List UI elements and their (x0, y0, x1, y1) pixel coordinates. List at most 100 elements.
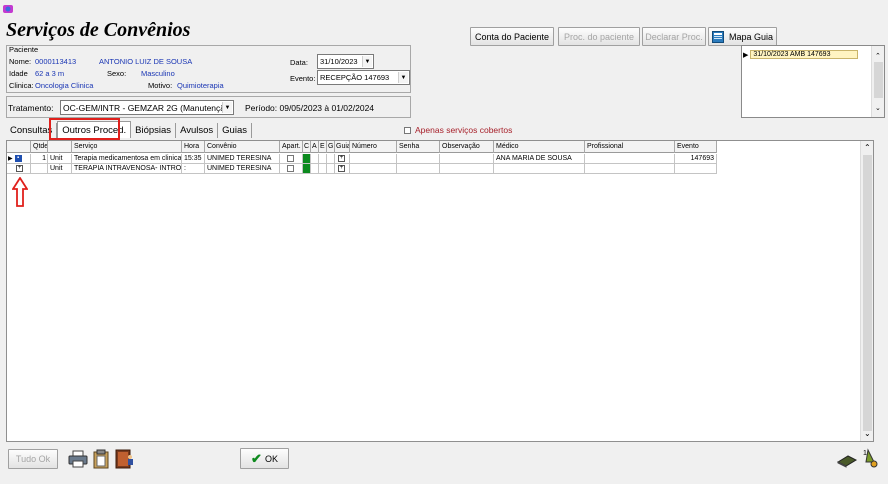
cell-g[interactable] (327, 164, 335, 174)
cell-qtde[interactable] (31, 164, 48, 174)
col-header-medico[interactable]: Médico (494, 141, 585, 153)
clipboard-button[interactable] (91, 448, 113, 470)
cell-apart[interactable] (280, 164, 303, 174)
patient-panel: Paciente Nome: 0000113413 ANTONIO LUIZ D… (6, 45, 411, 93)
cell-evento[interactable] (675, 164, 717, 174)
col-header-evento[interactable]: Evento (675, 141, 717, 153)
apart-checkbox[interactable] (287, 164, 294, 172)
nome-label: Nome: (9, 57, 32, 66)
cell-numero[interactable] (350, 164, 397, 174)
col-header-convenio[interactable]: Convênio (205, 141, 280, 153)
table-row[interactable]: + Unit TERAPIA INTRAVENOSA- INTRODI : UN… (7, 164, 717, 174)
col-header-g[interactable]: G (327, 141, 335, 153)
app-logo-icon (3, 5, 13, 13)
tools-button[interactable] (836, 449, 858, 469)
cell-apart[interactable] (280, 154, 303, 164)
declarar-proc-button[interactable]: Declarar Proc. (642, 27, 706, 46)
event-list[interactable]: ▶ 31/10/2023 AMB 147693 ⌃ ⌄ (741, 45, 885, 118)
cell-a[interactable] (311, 164, 319, 174)
apart-checkbox[interactable] (287, 154, 294, 162)
row-selector[interactable]: ▶ ▪ (7, 154, 31, 164)
scroll-down-icon[interactable]: ⌄ (875, 104, 881, 112)
col-header-senha[interactable]: Senha (397, 141, 440, 153)
print-button[interactable] (67, 448, 89, 470)
cell-guia[interactable]: + (335, 154, 350, 164)
cell-hora[interactable]: : (182, 164, 205, 174)
cell-senha[interactable] (397, 154, 440, 164)
ok-button[interactable]: ✔ OK (240, 448, 289, 469)
cell-convenio[interactable]: UNIMED TERESINA (205, 164, 280, 174)
cell-senha[interactable] (397, 164, 440, 174)
tab-guias[interactable]: Guias (218, 123, 252, 138)
cell-profissional[interactable] (585, 154, 675, 164)
proc-paciente-button[interactable]: Proc. do paciente (558, 27, 640, 46)
tratamento-panel: Tratamento: OC-GEM/INTR - GEMZAR 2G (Man… (6, 96, 411, 118)
apenas-cobertos-checkbox[interactable]: Apenas serviços cobertos (404, 125, 512, 135)
scroll-down-icon[interactable]: ⌄ (864, 429, 871, 438)
cell-g[interactable] (327, 154, 335, 164)
col-header-select (7, 141, 31, 153)
cell-profissional[interactable] (585, 164, 675, 174)
conta-paciente-button[interactable]: Conta do Paciente (470, 27, 554, 46)
event-list-scrollbar[interactable]: ⌃ ⌄ (871, 46, 884, 117)
clinica-value: Oncologia Clinica (35, 81, 94, 90)
exit-button[interactable] (113, 448, 137, 470)
printer-icon (68, 450, 88, 468)
col-header-qtde[interactable]: Qtde (31, 141, 48, 153)
cell-e[interactable] (319, 154, 327, 164)
tab-biopsias[interactable]: Biópsias (131, 123, 177, 138)
scroll-up-icon[interactable]: ⌃ (864, 143, 871, 152)
data-select-value: 31/10/2023 (320, 57, 358, 66)
col-header-profissional[interactable]: Profissional (585, 141, 675, 153)
checkbox-box[interactable] (404, 126, 411, 134)
row-selector[interactable]: + (7, 164, 31, 174)
col-header-guia[interactable]: Guia (335, 141, 350, 153)
expand-plus-icon[interactable]: ▪ (14, 155, 22, 162)
tratamento-select[interactable]: OC-GEM/INTR - GEMZAR 2G (Manutençã ▼ (60, 100, 234, 115)
scroll-up-icon[interactable]: ⌃ (875, 52, 881, 60)
cell-guia[interactable]: + (335, 164, 350, 174)
periodo-text: Período: 09/05/2023 à 01/02/2024 (245, 103, 375, 113)
cell-numero[interactable] (350, 154, 397, 164)
col-header-apart[interactable]: Apart. (280, 141, 303, 153)
tab-avulsos[interactable]: Avulsos (176, 123, 219, 138)
map-icon (712, 30, 724, 43)
col-header-c[interactable]: C (303, 141, 311, 153)
table-row[interactable]: ▶ ▪ 1 Unit Terapia medicamentosa em clin… (7, 154, 717, 164)
cell-hora[interactable]: 15:35 (182, 154, 205, 164)
cell-qtde[interactable]: 1 (31, 154, 48, 164)
cell-convenio[interactable]: UNIMED TERESINA (205, 154, 280, 164)
cell-servico[interactable]: Terapia medicamentosa em clinica (72, 154, 182, 164)
grid-scrollbar[interactable]: ⌃ ⌄ (860, 141, 873, 441)
cell-evento[interactable]: 147693 (675, 154, 717, 164)
cell-observacao[interactable] (440, 154, 494, 164)
event-list-item[interactable]: ▶ 31/10/2023 AMB 147693 (743, 49, 859, 60)
cell-unit[interactable]: Unit (48, 164, 72, 174)
scroll-thumb[interactable] (874, 62, 883, 98)
cell-medico[interactable] (494, 164, 585, 174)
tudo-ok-button[interactable]: Tudo Ok (8, 449, 58, 469)
cell-unit[interactable]: Unit (48, 154, 72, 164)
col-header-numero[interactable]: Número (350, 141, 397, 153)
patient-name: ANTONIO LUIZ DE SOUSA (99, 57, 193, 66)
cell-servico[interactable]: TERAPIA INTRAVENOSA- INTRODI (72, 164, 182, 174)
data-label: Data: (290, 58, 308, 67)
mapa-guia-button[interactable]: Mapa Guia (708, 27, 777, 46)
col-header-hora[interactable]: Hora (182, 141, 205, 153)
cell-medico[interactable]: ANA MARIA DE SOUSA (494, 154, 585, 164)
evento-select[interactable]: RECEPÇÃO 147693 ▼ (317, 70, 410, 85)
cell-observacao[interactable] (440, 164, 494, 174)
guia-expand-icon[interactable]: + (338, 164, 345, 172)
scroll-thumb[interactable] (863, 155, 872, 431)
cell-e[interactable] (319, 164, 327, 174)
col-header-observacao[interactable]: Observação (440, 141, 494, 153)
help-wizard-button[interactable]: 1 (859, 447, 881, 469)
col-header-a[interactable]: A (311, 141, 319, 153)
col-header-e[interactable]: E (319, 141, 327, 153)
expand-plus-icon[interactable]: + (16, 165, 23, 172)
col-header-servico[interactable]: Serviço (72, 141, 182, 153)
data-select[interactable]: 31/10/2023 ▼ (317, 54, 374, 69)
services-grid[interactable]: Qtde Serviço Hora Convênio Apart. C A E … (6, 140, 874, 442)
cell-a[interactable] (311, 154, 319, 164)
guia-expand-icon[interactable]: + (338, 154, 345, 162)
